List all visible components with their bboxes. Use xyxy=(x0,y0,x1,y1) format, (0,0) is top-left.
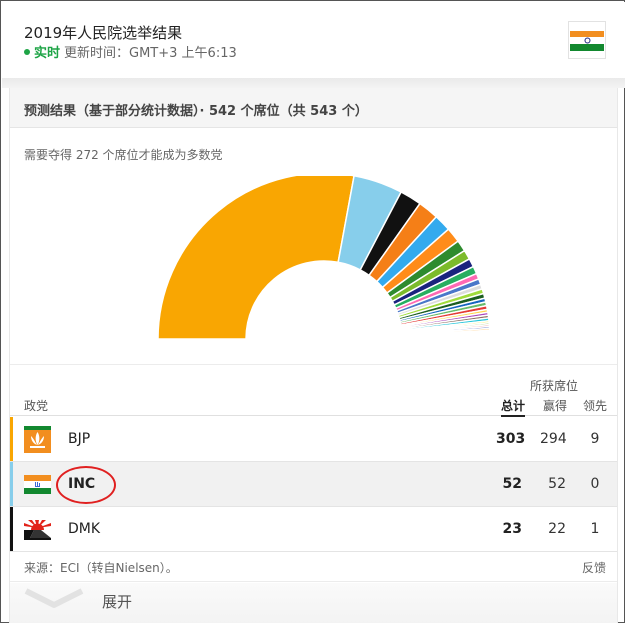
lotus-icon xyxy=(24,426,51,453)
seats-won: 294 xyxy=(540,431,567,447)
updated-time: 更新时间：GMT+3 上午6:13 xyxy=(64,46,237,61)
expand-button[interactable]: 展开 xyxy=(10,583,617,623)
source-footer: 来源：ECI（转自Nielsen）。 反馈 xyxy=(10,552,617,582)
live-label: 实时 xyxy=(34,46,61,61)
table-row[interactable]: BJP 303 294 9 xyxy=(10,417,617,462)
feedback-link[interactable]: 反馈 xyxy=(582,559,606,576)
live-status: 实时 更新时间：GMT+3 上午6:13 xyxy=(24,42,237,61)
results-panel: 2019年人民院选举结果 实时 更新时间：GMT+3 上午6:13 预测结果（基于… xyxy=(0,0,625,623)
page-title: 2019年人民院选举结果 xyxy=(24,24,183,42)
party-name: DMK xyxy=(68,521,101,537)
card-heading-text: 预测结果（基于部分统计数据）· 542 个席位（共 543 个） xyxy=(24,104,368,119)
col-seats: 所获席位 xyxy=(530,379,579,393)
party-color-bar xyxy=(10,507,13,551)
table-header: 政党 所获席位 总计 赢得 领先 xyxy=(10,364,617,417)
party-color-bar xyxy=(10,417,13,461)
live-dot-icon xyxy=(24,49,30,55)
seats-total: 52 xyxy=(502,476,522,492)
source-text: 来源：ECI（转自Nielsen）。 xyxy=(24,561,178,575)
chevron-down-icon xyxy=(24,588,84,608)
seats-total: 23 xyxy=(502,521,522,537)
col-party: 政党 xyxy=(24,399,49,413)
table-row[interactable]: DMK 23 22 1 xyxy=(10,507,617,552)
hand-icon xyxy=(24,475,51,494)
results-card: 预测结果（基于部分统计数据）· 542 个席位（共 543 个） 需要夺得 27… xyxy=(9,88,618,623)
seats-leading: 9 xyxy=(590,431,600,447)
highlight-circle xyxy=(56,466,116,504)
card-heading: 预测结果（基于部分统计数据）· 542 个席位（共 543 个） xyxy=(10,88,617,128)
table-row[interactable]: INC 52 52 0 xyxy=(10,462,617,507)
seats-total: 303 xyxy=(496,431,526,447)
india-flag-icon xyxy=(568,21,606,59)
seat-chart xyxy=(157,176,491,340)
seats-won: 22 xyxy=(548,521,566,537)
chart-slice-undeclared[interactable] xyxy=(401,337,491,340)
section-divider xyxy=(2,78,625,88)
seats-leading: 0 xyxy=(590,476,600,492)
party-name: BJP xyxy=(68,431,91,447)
chart-slice-0[interactable] xyxy=(157,176,355,340)
expand-label[interactable]: 展开 xyxy=(102,591,132,612)
col-lead[interactable]: 领先 xyxy=(583,397,607,414)
col-won[interactable]: 赢得 xyxy=(543,397,567,414)
header: 2019年人民院选举结果 实时 更新时间：GMT+3 上午6:13 xyxy=(2,2,625,78)
seats-leading: 1 xyxy=(590,521,600,537)
majority-note: 需要夺得 272 个席位才能成为多数党 xyxy=(24,148,223,162)
seats-won: 52 xyxy=(548,476,566,492)
rising-sun-icon xyxy=(24,520,51,540)
party-color-bar xyxy=(10,462,13,506)
col-total[interactable]: 总计 xyxy=(501,397,526,417)
